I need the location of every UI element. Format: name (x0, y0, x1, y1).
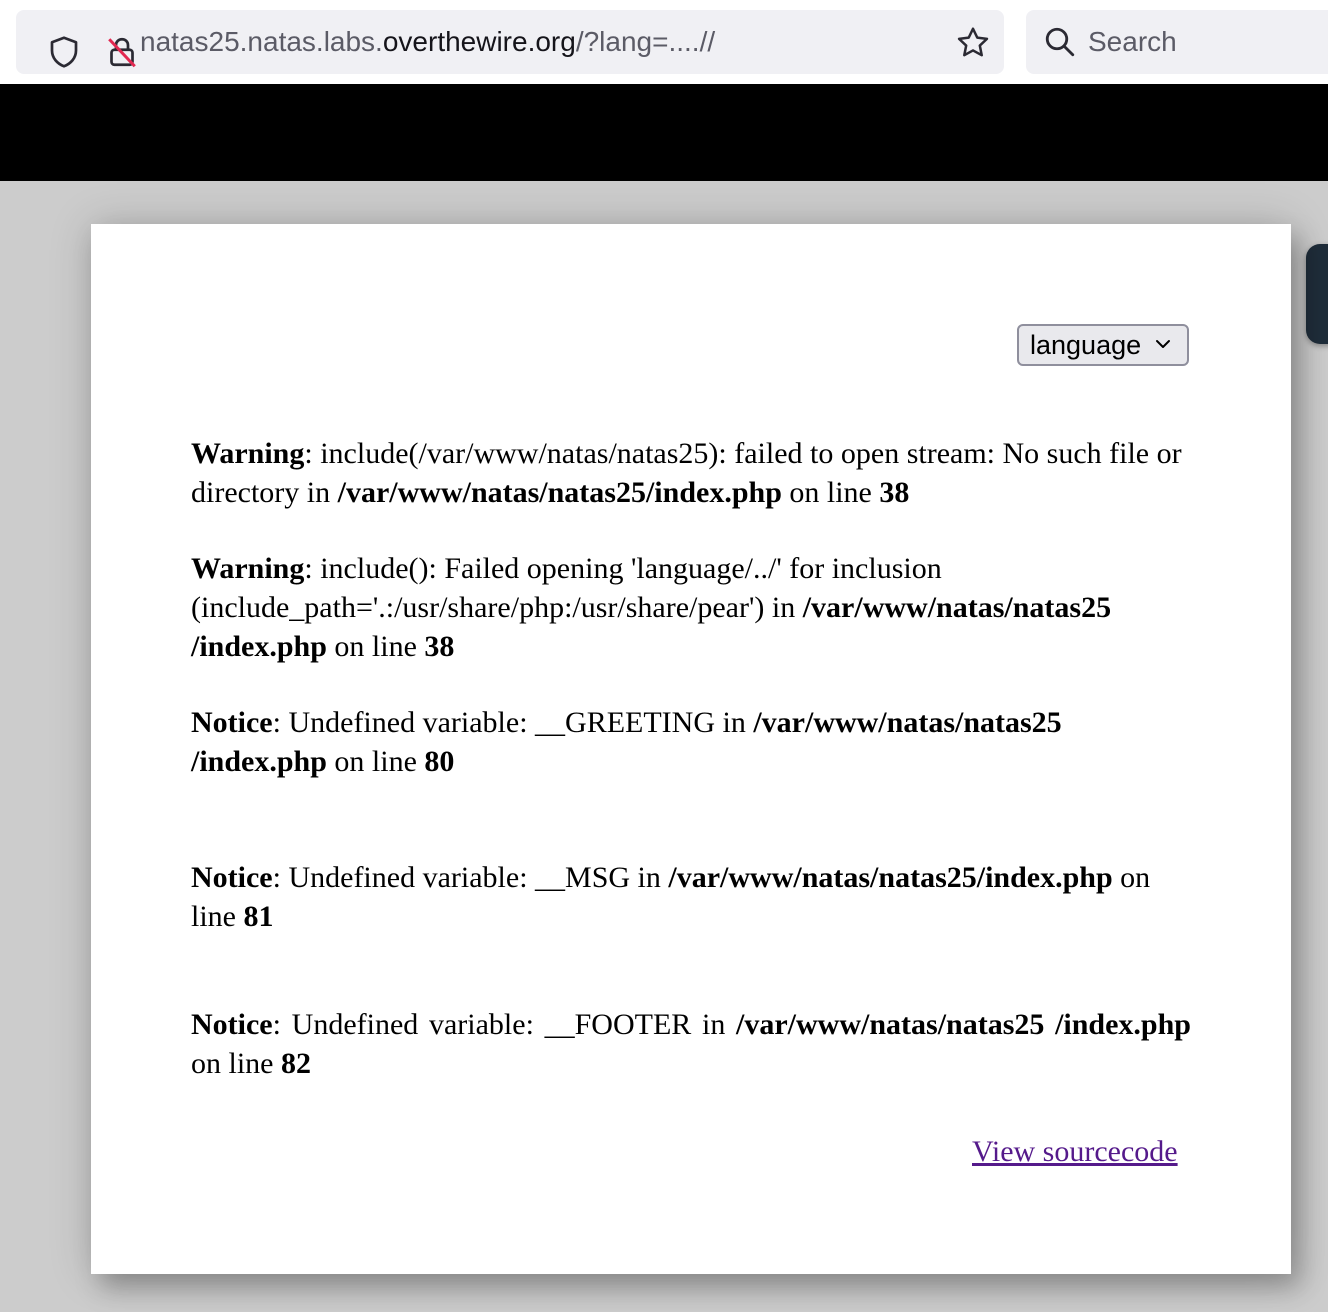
message-line-label: on line (781, 476, 880, 509)
message-line: 38 (879, 476, 910, 509)
message-text: : Undefined variable: __FOOTER in (272, 1008, 737, 1041)
chevron-down-icon (1156, 340, 1170, 348)
message-level: Notice (191, 1008, 273, 1041)
shield-icon[interactable] (46, 34, 82, 70)
content-panel: language Warning: include(/var/www/natas… (91, 224, 1291, 1274)
error-message: Warning: include(): Failed opening 'lang… (191, 549, 1191, 666)
message-level: Warning (191, 437, 305, 470)
error-message: Notice: Undefined variable: __GREETING i… (191, 703, 1191, 781)
language-select-value: language (1030, 330, 1142, 360)
page-header-band (0, 84, 1328, 181)
search-placeholder: Search (1088, 26, 1177, 57)
message-level: Notice (191, 706, 273, 739)
message-line: 38 (424, 630, 455, 663)
message-line-label: on line (326, 630, 425, 663)
view-sourcecode-link[interactable]: View sourcecode (972, 1132, 1178, 1171)
search-bar[interactable]: Search (1026, 10, 1328, 74)
url-path: /?lang=....// (575, 26, 716, 57)
bookmark-star-icon[interactable] (954, 24, 992, 62)
message-line-label: on line (191, 1047, 281, 1080)
address-bar[interactable]: natas25.natas.labs.overthewire.org/?lang… (16, 10, 1004, 74)
message-line: 80 (424, 745, 455, 778)
message-level: Notice (191, 861, 273, 894)
message-text: : Undefined variable: __MSG in (272, 861, 669, 894)
language-select[interactable]: language (1017, 324, 1189, 366)
insecure-lock-icon[interactable] (104, 34, 140, 70)
error-message: Warning: include(/var/www/natas/natas25)… (191, 434, 1191, 512)
error-message: Notice: Undefined variable: __FOOTER in … (191, 1005, 1191, 1083)
message-line: 82 (281, 1047, 311, 1080)
message-file: /var/www/natas/natas25 /index.php (736, 1008, 1191, 1041)
message-line: 81 (243, 900, 274, 933)
url-domain: overthewire.org (382, 26, 576, 57)
message-file: /var/www/natas/natas25/index.php (337, 476, 782, 509)
message-line-label: on line (326, 745, 425, 778)
url-text[interactable]: natas25.natas.labs.overthewire.org/?lang… (140, 24, 715, 60)
message-level: Warning (191, 552, 305, 585)
search-icon (1045, 27, 1075, 57)
message-text: : Undefined variable: __GREETING in (272, 706, 754, 739)
error-message: Notice: Undefined variable: __MSG in /va… (191, 858, 1191, 936)
message-file: /var/www/natas/natas25/index.php (668, 861, 1113, 894)
side-panel-tab[interactable] (1306, 244, 1328, 344)
url-prefix: natas25.natas.labs. (140, 26, 383, 57)
browser-toolbar: natas25.natas.labs.overthewire.org/?lang… (0, 0, 1328, 85)
